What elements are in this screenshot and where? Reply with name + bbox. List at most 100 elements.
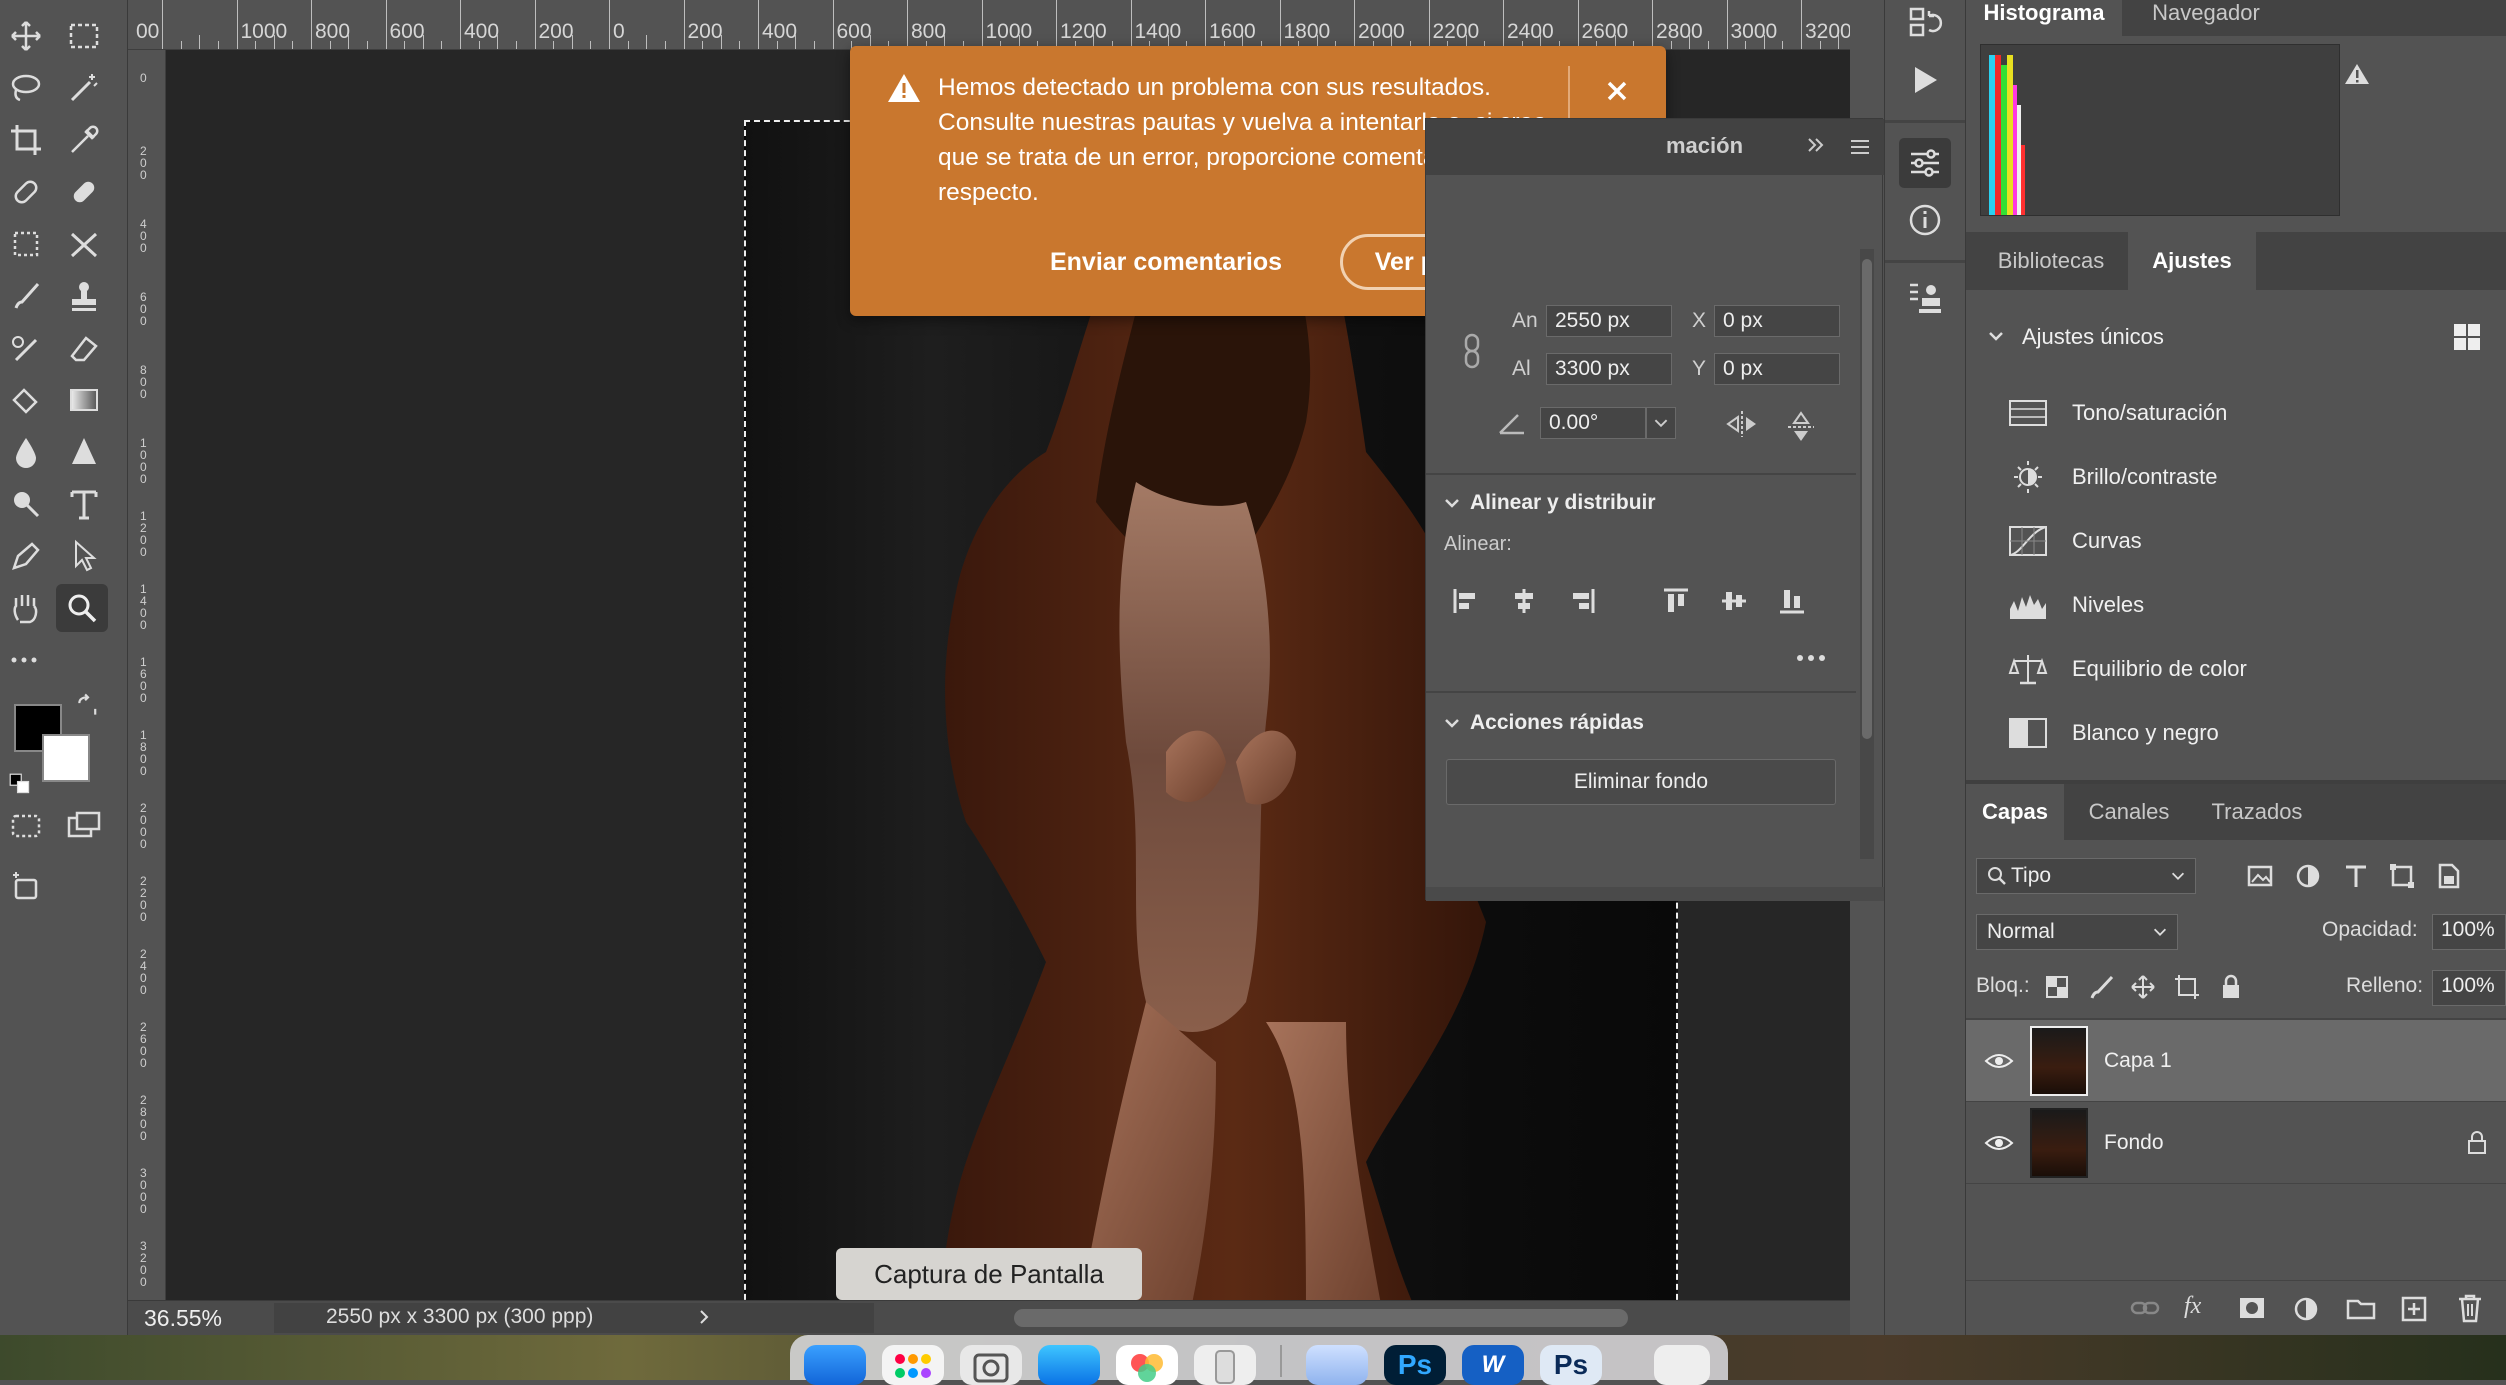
horizontal-scrollbar[interactable] [1014, 1309, 1628, 1327]
visibility-eye-icon[interactable] [1984, 1051, 2014, 1071]
link-layers-icon[interactable] [2130, 1295, 2160, 1321]
tab-libraries[interactable]: Bibliotecas [1974, 232, 2128, 290]
layer-row[interactable]: Fondo [1966, 1102, 2506, 1184]
filter-adjustment-icon[interactable] [2294, 862, 2322, 890]
align-top-icon[interactable] [1662, 587, 1690, 615]
lock-artboard-icon[interactable] [2174, 974, 2200, 1000]
adjustments-header[interactable]: Ajustes únicos [2022, 324, 2164, 350]
link-dimensions-icon[interactable] [1462, 331, 1486, 371]
lock-transparent-icon[interactable] [2044, 974, 2070, 1000]
swap-colors-icon[interactable] [72, 690, 104, 722]
magic-wand-icon[interactable] [58, 64, 110, 112]
chevron-right-icon[interactable] [696, 1307, 712, 1327]
align-center-h-icon[interactable] [1510, 587, 1538, 615]
adjustment-item[interactable]: Tono/saturación [2006, 388, 2227, 438]
brush-tool-icon[interactable] [0, 272, 52, 320]
filter-shape-icon[interactable] [2388, 862, 2416, 890]
collapse-panel-icon[interactable] [1804, 133, 1828, 157]
x-field[interactable]: 0 px [1714, 305, 1840, 337]
opacity-field[interactable]: 100% [2432, 914, 2506, 950]
new-group-icon[interactable] [2346, 1295, 2376, 1321]
pen-tool-icon[interactable] [0, 532, 52, 580]
photoshop-icon[interactable]: Ps [1384, 1345, 1446, 1385]
width-field[interactable]: 2550 px [1546, 305, 1672, 337]
preview-icon[interactable] [1306, 1345, 1368, 1385]
tab-layers[interactable]: Capas [1966, 784, 2064, 840]
chevron-down-icon[interactable] [1442, 713, 1462, 733]
safari-icon[interactable] [1038, 1345, 1100, 1385]
paint-bucket-icon[interactable] [0, 376, 52, 424]
visibility-eye-icon[interactable] [1984, 1133, 2014, 1153]
tab-paths[interactable]: Trazados [2192, 784, 2322, 840]
chevron-down-icon[interactable] [1442, 493, 1462, 513]
document-info[interactable]: 2550 px x 3300 px (300 ppp) [326, 1305, 593, 1329]
screenshot-app-icon[interactable] [960, 1345, 1022, 1385]
align-left-icon[interactable] [1452, 587, 1480, 615]
type-tool-icon[interactable] [58, 480, 110, 528]
align-right-icon[interactable] [1568, 587, 1596, 615]
filter-smart-object-icon[interactable] [2434, 862, 2462, 890]
properties-scrollbar[interactable] [1860, 249, 1874, 859]
actions-play-icon[interactable] [1907, 62, 1943, 98]
align-bottom-icon[interactable] [1778, 587, 1806, 615]
screen-mode-icon[interactable] [58, 802, 110, 850]
tab-channels[interactable]: Canales [2070, 784, 2188, 840]
flip-vertical-icon[interactable] [1786, 409, 1816, 445]
delete-layer-icon[interactable] [2456, 1293, 2484, 1323]
adjustment-item[interactable]: Curvas [2006, 516, 2142, 566]
y-field[interactable]: 0 px [1714, 353, 1840, 385]
layer-filter-dropdown[interactable]: Tipo [1976, 858, 2196, 894]
tab-histogram[interactable]: Histograma [1966, 0, 2122, 36]
finder-icon[interactable] [804, 1345, 866, 1385]
chevron-down-icon[interactable] [1986, 326, 2006, 346]
new-layer-icon[interactable] [2400, 1295, 2428, 1323]
blur-tool-icon[interactable] [0, 428, 52, 476]
panel-resize-handle[interactable] [1426, 887, 1884, 901]
add-mask-icon[interactable] [2238, 1295, 2266, 1321]
generative-fill-icon[interactable] [0, 862, 52, 910]
crop-tool-icon[interactable] [0, 116, 52, 164]
lasso-tool-icon[interactable] [0, 64, 52, 112]
dodge-tool-icon[interactable] [0, 480, 52, 528]
align-section-title[interactable]: Alinear y distribuir [1470, 491, 1656, 515]
flip-horizontal-icon[interactable] [1724, 409, 1760, 439]
height-field[interactable]: 3300 px [1546, 353, 1672, 385]
eyedropper-icon[interactable] [58, 116, 110, 164]
grid-view-icon[interactable] [2452, 322, 2482, 352]
marquee-tool-icon[interactable] [58, 12, 110, 60]
word-icon[interactable]: W [1462, 1345, 1524, 1385]
fill-field[interactable]: 100% [2432, 970, 2506, 1006]
gradient-tool-icon[interactable] [58, 376, 110, 424]
photoshop-beta-icon[interactable]: Ps [1540, 1345, 1602, 1385]
clone-stamp-icon[interactable] [58, 272, 110, 320]
lock-pixels-icon[interactable] [2088, 974, 2114, 1000]
history-brush-icon[interactable] [0, 324, 52, 372]
lock-all-icon[interactable] [2218, 974, 2244, 1000]
sharpen-tool-icon[interactable] [58, 428, 110, 476]
adjustment-item[interactable]: Brillo/contraste [2006, 452, 2218, 502]
tab-adjustments[interactable]: Ajustes [2128, 232, 2256, 290]
close-icon[interactable] [1600, 74, 1634, 108]
angle-dropdown[interactable] [1646, 407, 1676, 439]
properties-panel-icon[interactable] [1899, 138, 1951, 188]
default-colors-icon[interactable] [0, 768, 40, 800]
quick-actions-title[interactable]: Acciones rápidas [1470, 711, 1644, 735]
patch-tool-icon[interactable] [0, 220, 52, 268]
align-middle-v-icon[interactable] [1720, 587, 1748, 615]
launchpad-icon[interactable] [882, 1345, 944, 1385]
layer-style-fx-icon[interactable]: fx [2184, 1293, 2201, 1320]
zoom-tool-icon[interactable] [56, 584, 108, 632]
tab-navigator[interactable]: Navegador [2136, 0, 2276, 36]
path-selection-icon[interactable] [58, 532, 110, 580]
trash-icon[interactable] [1654, 1345, 1710, 1385]
new-fill-adjustment-icon[interactable] [2292, 1295, 2320, 1323]
hand-tool-icon[interactable] [0, 584, 52, 632]
blend-mode-dropdown[interactable]: Normal [1976, 914, 2178, 950]
move-tool-icon[interactable] [0, 12, 52, 60]
spot-healing-icon[interactable] [0, 168, 52, 216]
remove-background-button[interactable]: Eliminar fondo [1446, 759, 1836, 805]
background-color-swatch[interactable] [42, 734, 90, 782]
info-icon[interactable] [1907, 202, 1943, 238]
lock-position-icon[interactable] [2130, 974, 2156, 1000]
content-aware-move-icon[interactable] [58, 220, 110, 268]
